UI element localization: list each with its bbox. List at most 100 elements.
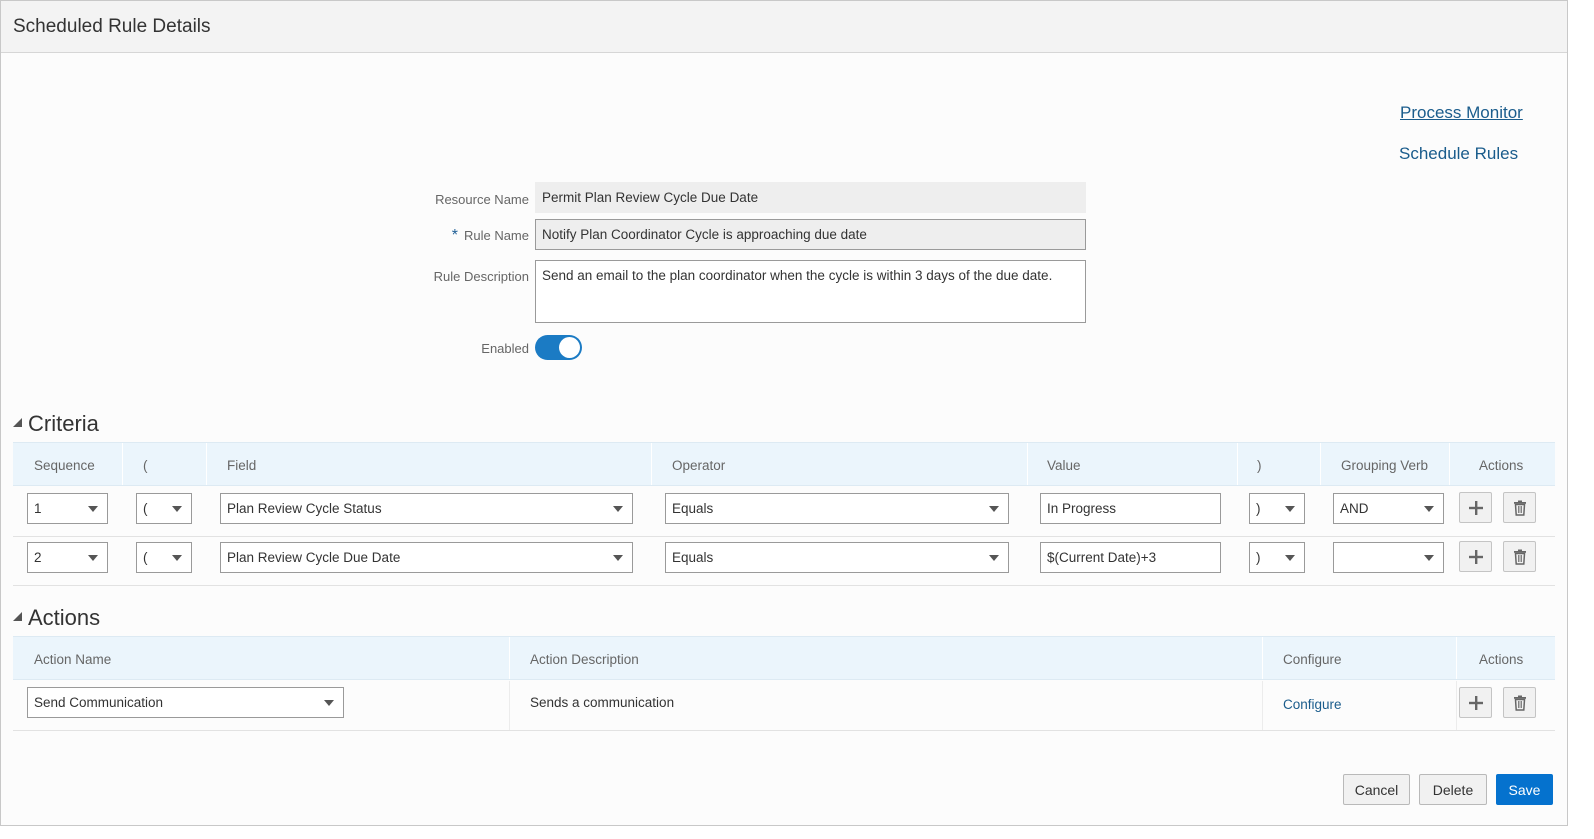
title-bar: Scheduled Rule Details	[1, 1, 1567, 53]
add-row-button[interactable]	[1459, 541, 1492, 572]
trash-icon	[1513, 549, 1526, 565]
open-paren-value: (	[143, 550, 148, 565]
operator-value: Equals	[672, 550, 714, 565]
grouping-verb-select[interactable]	[1333, 542, 1444, 573]
col-header-action-name: Action Name	[34, 652, 112, 667]
field-select[interactable]: Plan Review Cycle Status	[220, 493, 633, 524]
operator-value: Equals	[672, 501, 714, 516]
close-paren-value: )	[1256, 550, 1261, 565]
chevron-down-icon	[613, 555, 623, 561]
rule-description-label: Rule Description	[433, 269, 529, 284]
scheduled-rule-details-panel: Scheduled Rule Details Process Monitor S…	[0, 0, 1568, 826]
action-name-select[interactable]: Send Communication	[27, 687, 344, 718]
close-paren-value: )	[1256, 501, 1261, 516]
criteria-title-text: Criteria	[28, 411, 99, 436]
column-divider	[1262, 681, 1263, 730]
chevron-down-icon	[88, 506, 98, 512]
trash-icon	[1513, 500, 1526, 516]
col-header-field: Field	[227, 458, 257, 473]
add-action-button[interactable]	[1459, 687, 1492, 718]
rule-name-label-text: Rule Name	[463, 228, 529, 243]
chevron-down-icon	[1285, 555, 1295, 561]
column-divider	[509, 681, 510, 730]
column-divider	[1456, 681, 1457, 730]
cancel-button[interactable]: Cancel	[1343, 774, 1410, 805]
plus-icon	[1468, 549, 1483, 564]
configure-link[interactable]: Configure	[1283, 697, 1342, 712]
actions-section-title[interactable]: Actions	[13, 605, 100, 631]
column-separator	[1027, 443, 1028, 485]
column-separator	[1456, 637, 1457, 679]
field-select[interactable]: Plan Review Cycle Due Date	[220, 542, 633, 573]
resource-name-value: Permit Plan Review Cycle Due Date	[535, 182, 1086, 213]
col-header-action-description: Action Description	[530, 652, 639, 667]
chevron-down-icon	[324, 700, 334, 706]
actions-grid-header: Action Name Action Description Configure…	[13, 636, 1555, 680]
grouping-verb-select[interactable]: AND	[1333, 493, 1444, 524]
schedule-rules-link[interactable]: Schedule Rules	[1399, 144, 1518, 164]
enabled-label: Enabled	[481, 341, 529, 356]
trash-icon	[1513, 695, 1526, 711]
delete-button[interactable]: Delete	[1419, 774, 1487, 805]
enabled-toggle[interactable]	[535, 335, 582, 360]
column-separator	[1237, 443, 1238, 485]
column-separator	[122, 443, 123, 485]
rule-name-label: * Rule Name	[329, 227, 529, 245]
value-input[interactable]: $(Current Date)+3	[1040, 542, 1221, 573]
delete-row-button[interactable]	[1503, 541, 1536, 572]
row-divider	[13, 730, 1555, 731]
operator-select[interactable]: Equals	[665, 493, 1009, 524]
plus-icon	[1468, 695, 1483, 710]
row-divider	[13, 585, 1555, 586]
criteria-section-title[interactable]: Criteria	[13, 411, 99, 437]
col-header-close-paren: )	[1257, 458, 1262, 473]
sequence-select[interactable]: 1	[27, 493, 108, 524]
column-separator	[1320, 443, 1321, 485]
chevron-down-icon	[989, 506, 999, 512]
column-separator	[1449, 443, 1450, 485]
row-divider	[13, 536, 1555, 537]
col-header-configure: Configure	[1283, 652, 1342, 667]
column-separator	[651, 443, 652, 485]
rule-description-field[interactable]: Send an email to the plan coordinator wh…	[535, 260, 1086, 323]
process-monitor-link[interactable]: Process Monitor	[1400, 103, 1523, 123]
column-separator	[206, 443, 207, 485]
delete-action-button[interactable]	[1503, 687, 1536, 718]
open-paren-select[interactable]: (	[136, 542, 192, 573]
action-name-value: Send Communication	[34, 695, 164, 710]
delete-row-button[interactable]	[1503, 492, 1536, 523]
col-header-open-paren: (	[143, 458, 148, 473]
collapse-triangle-icon	[13, 418, 22, 427]
save-button[interactable]: Save	[1496, 774, 1553, 805]
rule-name-field[interactable]: Notify Plan Coordinator Cycle is approac…	[535, 219, 1086, 250]
operator-select[interactable]: Equals	[665, 542, 1009, 573]
column-separator	[1262, 637, 1263, 679]
collapse-triangle-icon	[13, 612, 22, 621]
field-value: Plan Review Cycle Status	[227, 501, 382, 516]
plus-icon	[1468, 500, 1483, 515]
col-header-actions: Actions	[1479, 458, 1524, 473]
chevron-down-icon	[613, 506, 623, 512]
col-header-grouping-verb: Grouping Verb	[1341, 458, 1429, 473]
criteria-grid-header: Sequence ( Field Operator Value ) Groupi…	[13, 442, 1555, 486]
open-paren-value: (	[143, 501, 148, 516]
resource-name-label: Resource Name	[435, 192, 529, 207]
actions-title-text: Actions	[28, 605, 101, 630]
value-input[interactable]: In Progress	[1040, 493, 1221, 524]
column-separator	[509, 637, 510, 679]
close-paren-select[interactable]: )	[1249, 542, 1305, 573]
chevron-down-icon	[1424, 555, 1434, 561]
chevron-down-icon	[172, 506, 182, 512]
page-title: Scheduled Rule Details	[13, 16, 211, 37]
open-paren-select[interactable]: (	[136, 493, 192, 524]
sequence-value: 1	[34, 501, 42, 516]
chevron-down-icon	[1424, 506, 1434, 512]
add-row-button[interactable]	[1459, 492, 1492, 523]
chevron-down-icon	[989, 555, 999, 561]
sequence-select[interactable]: 2	[27, 542, 108, 573]
chevron-down-icon	[172, 555, 182, 561]
action-description: Sends a communication	[530, 695, 675, 710]
close-paren-select[interactable]: )	[1249, 493, 1305, 524]
col-header-operator: Operator	[672, 458, 726, 473]
col-header-sequence: Sequence	[34, 458, 95, 473]
